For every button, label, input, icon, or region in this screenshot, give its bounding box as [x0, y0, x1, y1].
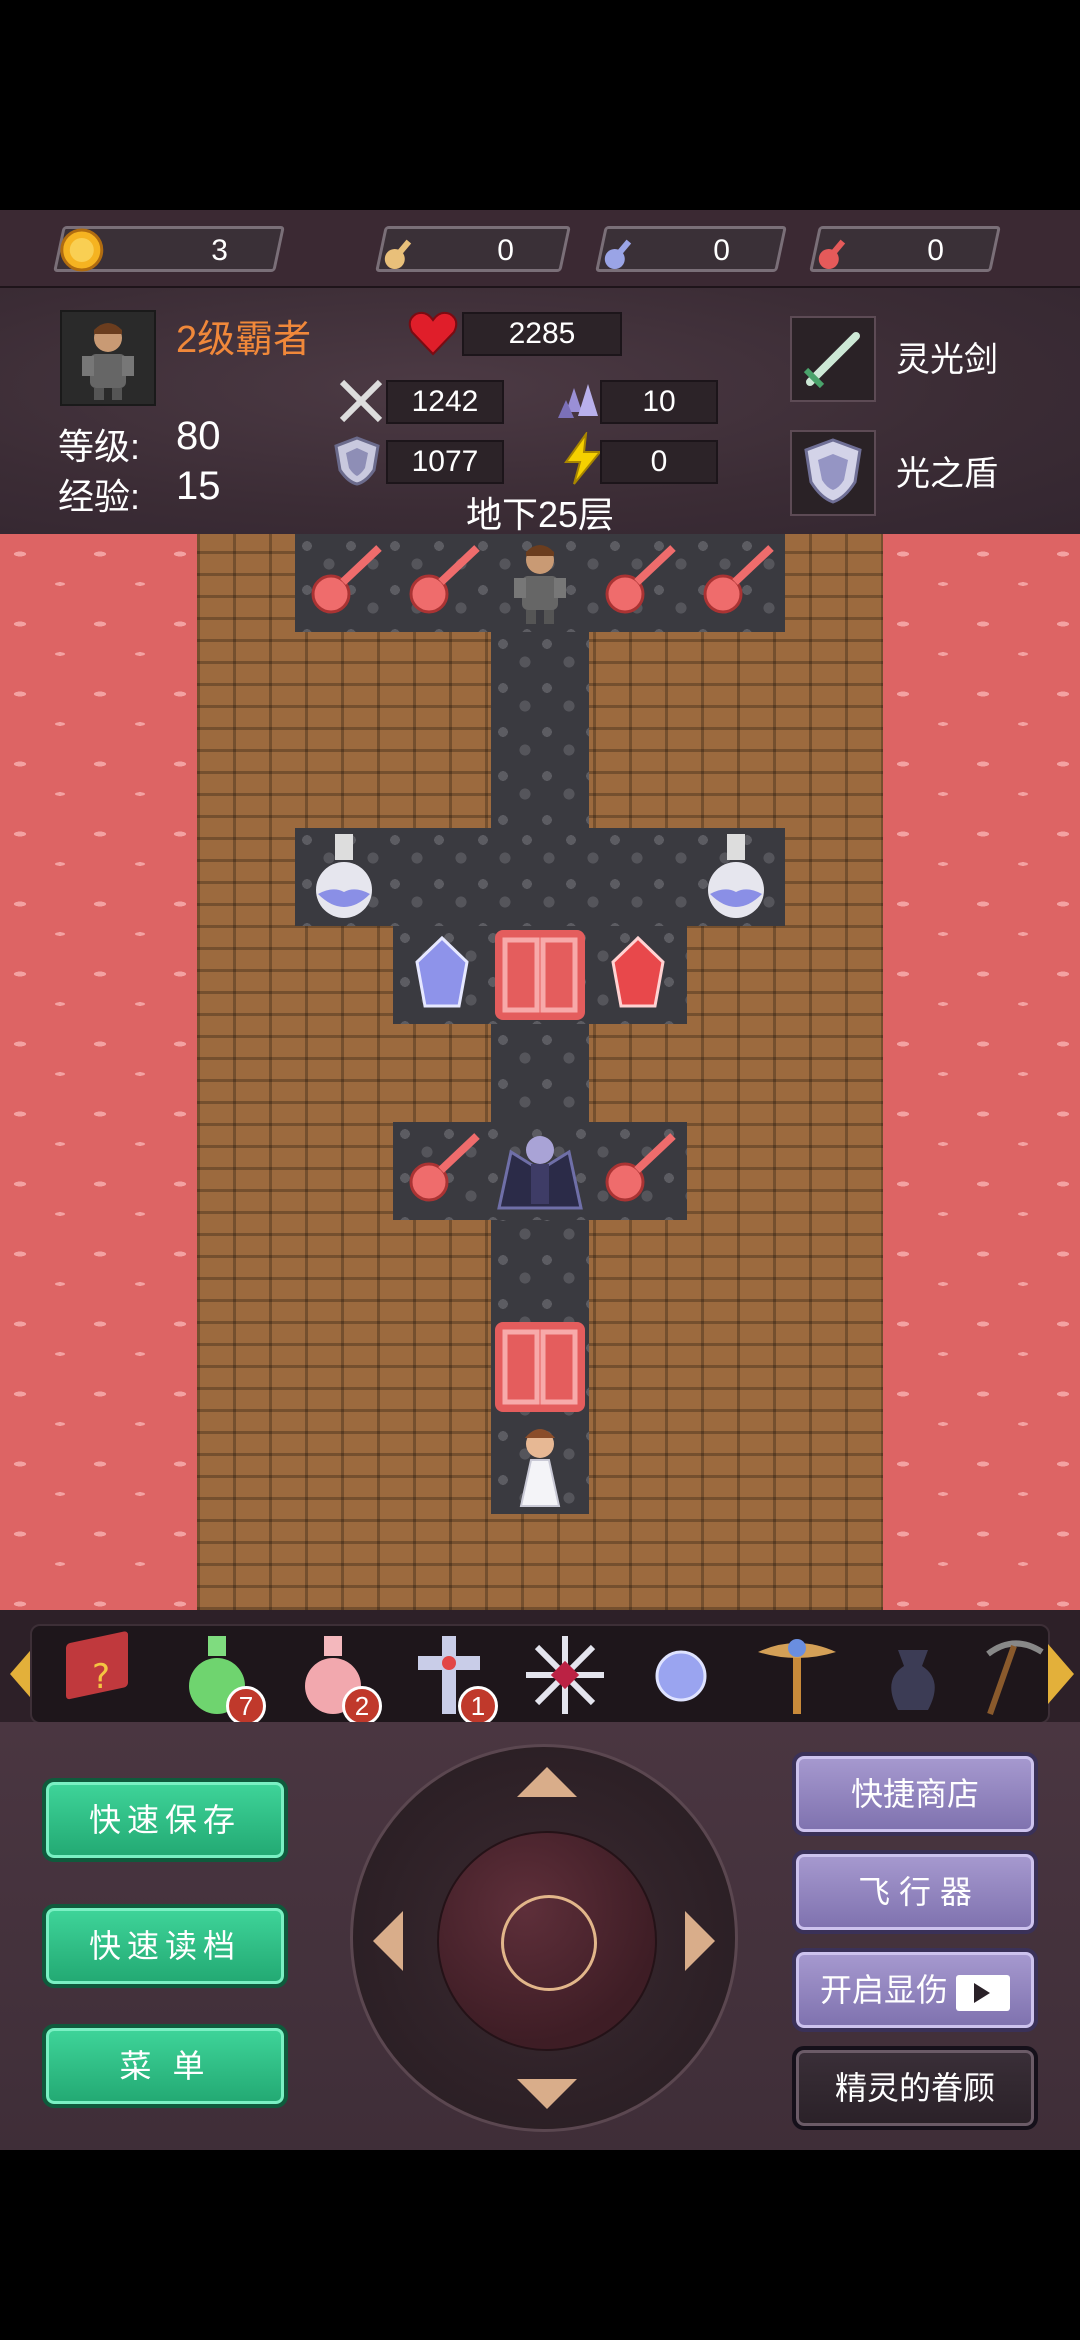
gold-coin-icon — [60, 228, 104, 272]
menu-button[interactable]: 菜 单 — [42, 2024, 288, 2108]
item-bar: ? 7 2 1 — [0, 1610, 1080, 1726]
quick-shop-button[interactable]: 快捷商店 — [792, 1752, 1038, 1836]
game-map[interactable] — [0, 534, 1080, 1610]
red-key-icon — [818, 239, 846, 269]
quick-load-button[interactable]: 快速读档 — [42, 1904, 288, 1988]
snowflake-icon[interactable] — [520, 1630, 610, 1720]
show-damage-label: 开启显伤 — [819, 1972, 948, 2008]
red-key-value: 0 — [927, 234, 944, 267]
red-key-icon[interactable] — [589, 1122, 687, 1220]
magic-defense-box: 10 — [600, 380, 718, 424]
red-door-icon[interactable] — [491, 1318, 589, 1416]
weapon-slot[interactable] — [790, 316, 876, 402]
dpad-left-button[interactable] — [373, 1911, 403, 1971]
monster-manual-icon[interactable]: ? — [56, 1630, 146, 1720]
blue-key-counter: 0 — [595, 226, 787, 272]
dpad-up-button[interactable] — [517, 1767, 577, 1797]
shield-icon — [334, 436, 380, 486]
joystick-center[interactable] — [501, 1895, 597, 1991]
pink-potion-count: 2 — [342, 1686, 382, 1726]
level-value: 80 — [176, 414, 221, 458]
blue-gem-icon[interactable] — [393, 926, 491, 1024]
red-key-icon[interactable] — [393, 1122, 491, 1220]
orb-icon[interactable] — [636, 1630, 726, 1720]
hero-rank: 2级霸者 — [176, 319, 312, 361]
hp-value: 2285 — [508, 317, 576, 350]
control-panel: 快速保存 快速读档 菜 单 快捷商店 飞 行 器 开启显伤 精灵的眷顾 — [0, 1722, 1080, 2150]
magic-defense-value: 10 — [642, 385, 676, 418]
blue-potion-icon[interactable] — [687, 828, 785, 926]
direction-pad — [350, 1744, 738, 2132]
vampire-monster-icon[interactable] — [491, 1122, 589, 1220]
dpad-down-button[interactable] — [517, 2079, 577, 2109]
red-key-icon[interactable] — [393, 534, 491, 632]
yellow-key-icon — [384, 239, 412, 269]
show-damage-button[interactable]: 开启显伤 — [792, 1948, 1038, 2032]
winged-staff-icon[interactable] — [752, 1630, 842, 1720]
defense-value: 1077 — [411, 445, 479, 478]
agility-value: 0 — [650, 445, 668, 478]
resource-bar: 3 0 0 0 — [0, 210, 1080, 288]
red-gem-icon[interactable] — [589, 926, 687, 1024]
blue-key-value: 0 — [713, 234, 730, 267]
light-shield-icon — [804, 438, 862, 504]
gold-value: 3 — [211, 234, 228, 267]
svg-text:?: ? — [92, 1657, 110, 1697]
fairy-npc-icon[interactable] — [491, 1416, 589, 1514]
gold-counter: 3 — [53, 226, 285, 272]
crystal-cluster-icon — [558, 384, 598, 418]
item-scroll-right-button[interactable] — [1048, 1644, 1074, 1704]
red-key-icon[interactable] — [589, 534, 687, 632]
red-key-icon[interactable] — [687, 534, 785, 632]
sword-icon — [803, 332, 860, 389]
red-key-counter: 0 — [809, 226, 1001, 272]
holy-cross-count: 1 — [458, 1686, 498, 1726]
lava-left — [0, 534, 197, 1610]
yellow-key-counter: 0 — [375, 226, 571, 272]
crossed-swords-icon — [339, 379, 383, 423]
flyer-button[interactable]: 飞 行 器 — [792, 1850, 1038, 1934]
pickaxe-icon[interactable] — [984, 1630, 1044, 1720]
attack-value: 1242 — [411, 385, 479, 418]
level-label: 等级: — [58, 426, 141, 467]
quick-save-button[interactable]: 快速保存 — [42, 1778, 288, 1862]
dpad-right-button[interactable] — [685, 1911, 715, 1971]
yellow-key-value: 0 — [497, 234, 514, 267]
red-door-icon[interactable] — [491, 926, 589, 1024]
green-potion-item[interactable]: 7 — [172, 1630, 266, 1726]
green-potion-count: 7 — [226, 1686, 266, 1726]
shield-slot[interactable] — [790, 430, 876, 516]
hero-avatar — [60, 310, 156, 406]
fairy-blessing-button[interactable]: 精灵的眷顾 — [792, 2046, 1038, 2130]
hero-portrait-icon — [82, 323, 134, 400]
pink-potion-item[interactable]: 2 — [288, 1630, 382, 1726]
weapon-name: 灵光剑 — [896, 341, 998, 379]
blue-key-icon — [604, 239, 632, 269]
red-key-icon[interactable] — [295, 534, 393, 632]
heart-icon — [408, 311, 458, 356]
defense-box: 1077 — [386, 440, 504, 484]
attack-box: 1242 — [386, 380, 504, 424]
video-ad-icon — [956, 1974, 1010, 2011]
hp-box: 2285 — [462, 312, 622, 356]
lava-right — [883, 534, 1080, 1610]
joystick[interactable] — [437, 1831, 657, 2051]
hero-stats-panel: 2级霸者 等级: 80 经验: 15 2285 1242 10 1077 0 地… — [0, 288, 1080, 535]
agility-box: 0 — [600, 440, 718, 484]
shield-name: 光之盾 — [896, 455, 998, 493]
blue-potion-icon[interactable] — [295, 828, 393, 926]
dark-vase-icon[interactable] — [868, 1630, 958, 1720]
holy-cross-item[interactable]: 1 — [404, 1630, 498, 1726]
hero-sprite-icon — [514, 545, 566, 624]
